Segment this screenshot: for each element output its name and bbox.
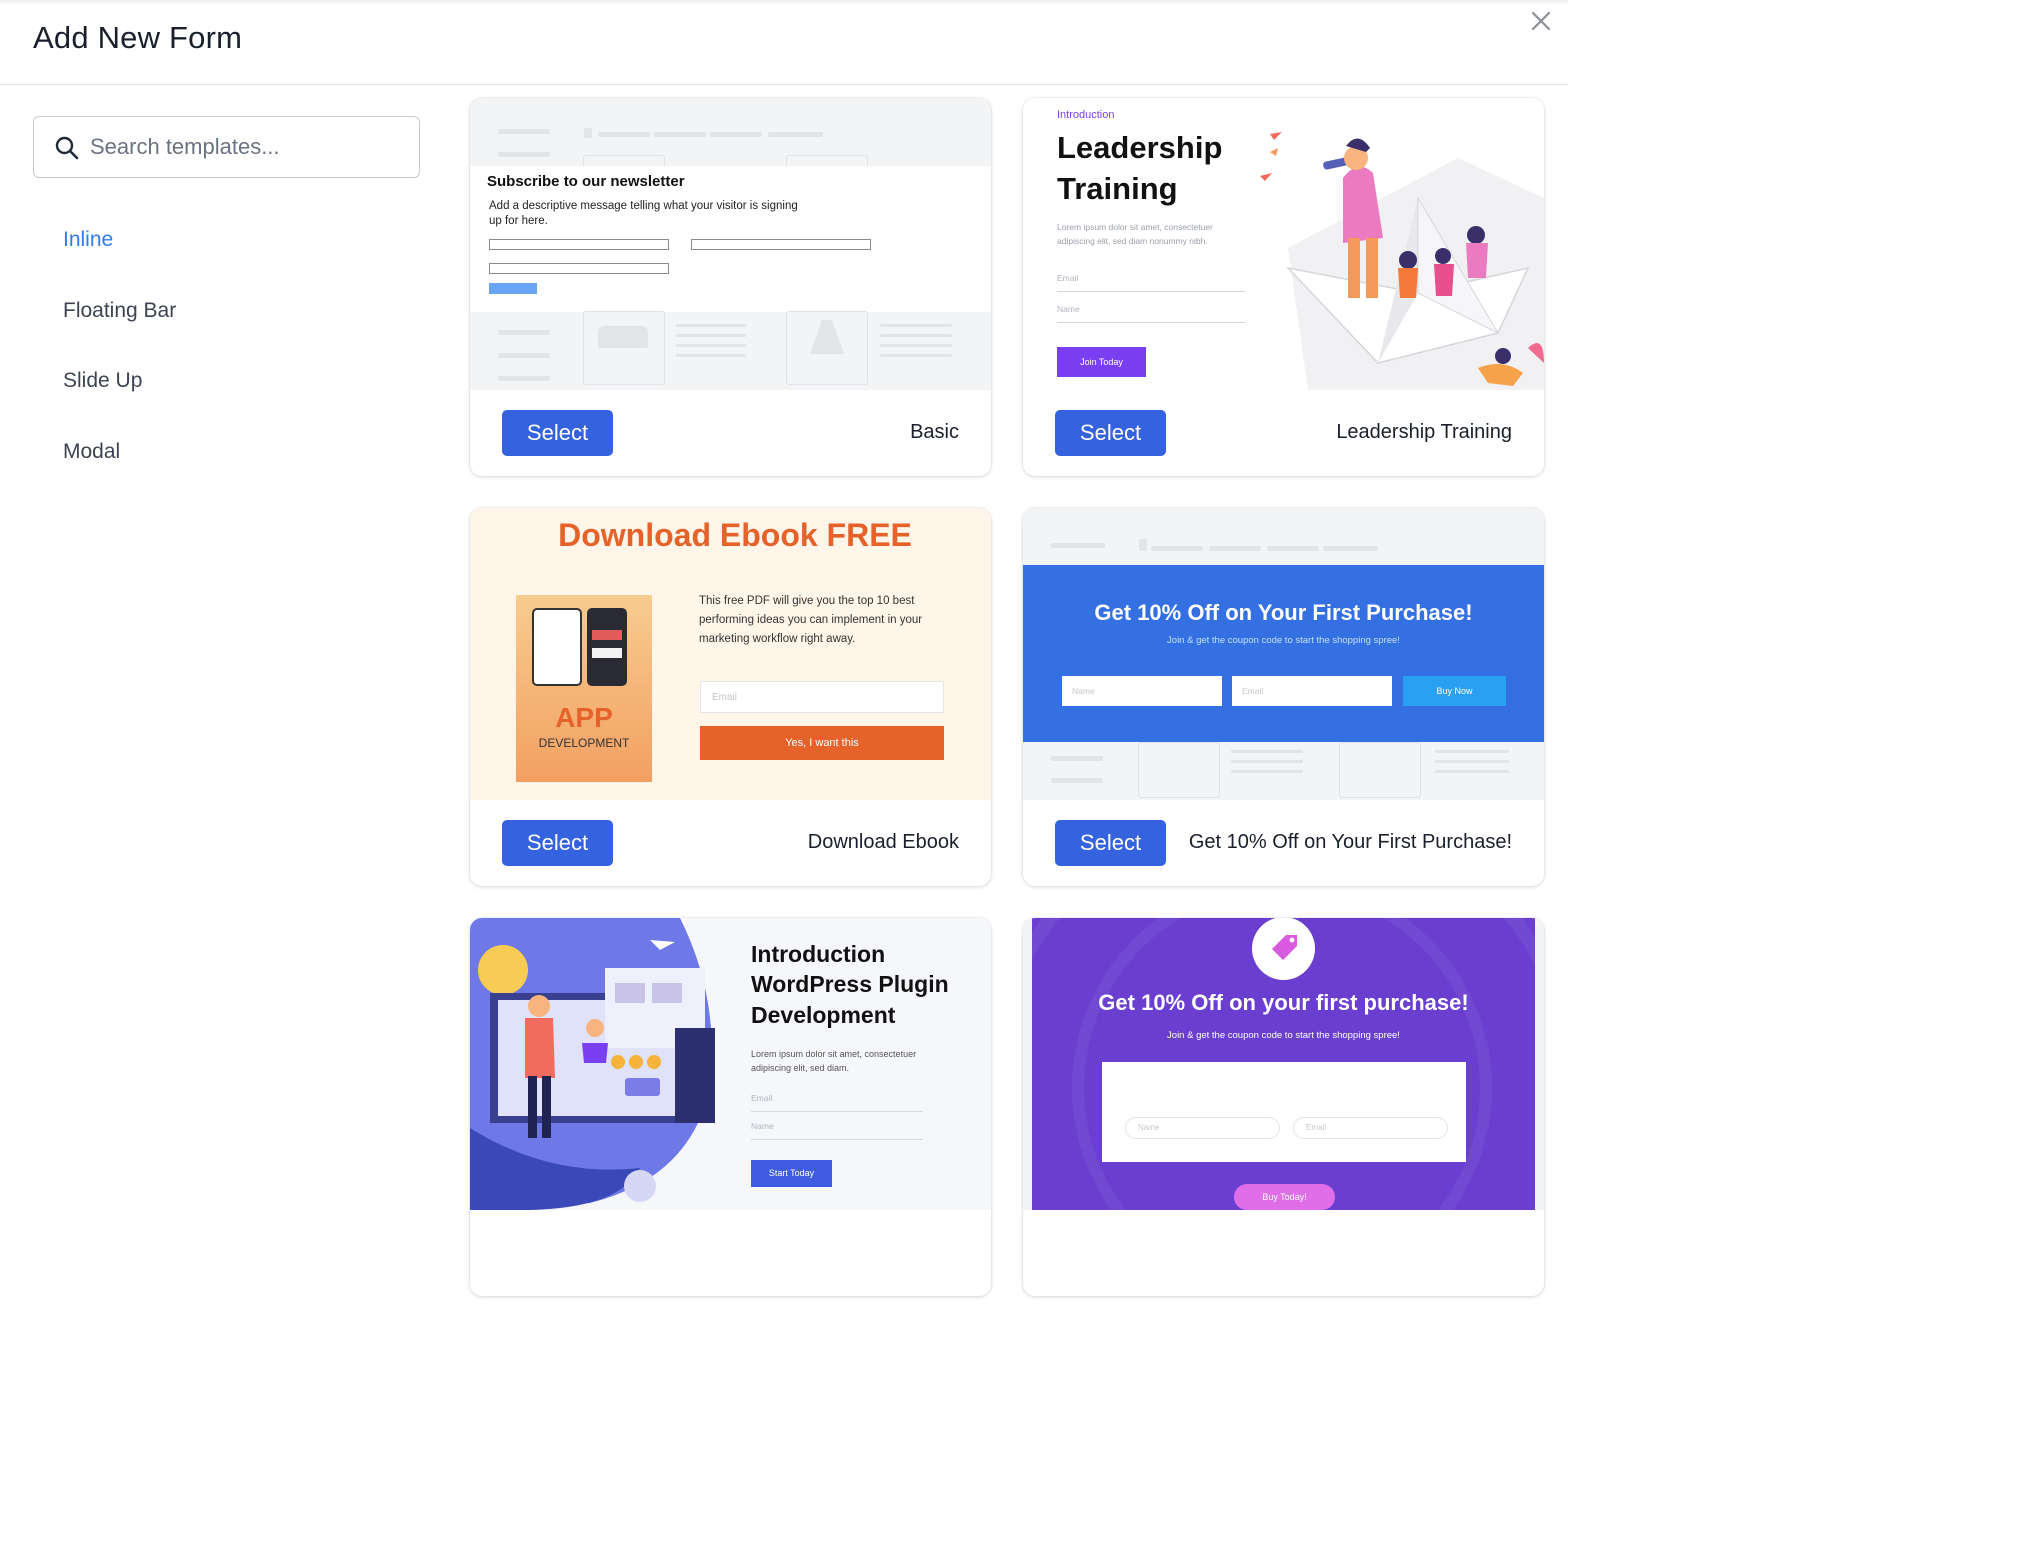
category-floating-bar[interactable]: Floating Bar xyxy=(63,299,176,323)
template-card-leadership-training: Introduction Leadership Training Lorem i… xyxy=(1023,98,1544,476)
template-name: Get 10% Off on Your First Purchase! xyxy=(1188,831,1512,853)
preview-email-label: Email xyxy=(751,1093,773,1103)
template-name: Basic xyxy=(910,421,959,443)
preview-heading-line1: Introduction xyxy=(751,941,886,967)
template-preview-purple-promo[interactable]: Get 10% Off on your first purchase! Join… xyxy=(1023,918,1544,1210)
template-preview-get-10-off[interactable]: Get 10% Off on Your First Purchase! Join… xyxy=(1023,508,1544,800)
template-card-get-10-off: Get 10% Off on Your First Purchase! Join… xyxy=(1023,508,1544,886)
preview-heading-line3: Development xyxy=(751,1002,896,1028)
ebook-cover-subtitle: DEVELOPMENT xyxy=(538,736,630,750)
search-input[interactable] xyxy=(90,127,400,167)
leadership-illustration xyxy=(1260,132,1544,390)
preview-button: Join Today xyxy=(1057,347,1146,377)
wordpress-illustration xyxy=(470,918,715,1210)
close-icon[interactable] xyxy=(1526,6,1556,36)
preview-button: Buy Today! xyxy=(1234,1184,1335,1210)
select-button[interactable]: Select xyxy=(1055,820,1166,866)
template-card-download-ebook: Download Ebook FREE APP DEVELOPMENT This… xyxy=(470,508,991,886)
preview-subheading: Join & get the coupon code to start the … xyxy=(1167,635,1400,646)
select-button[interactable]: Select xyxy=(1055,410,1166,456)
template-name: Leadership Training xyxy=(1336,421,1512,443)
preview-name-label: Name xyxy=(751,1121,774,1131)
select-button[interactable]: Select xyxy=(502,410,613,456)
category-slide-up[interactable]: Slide Up xyxy=(63,369,142,393)
preview-body: This free PDF will give you the top 10 b… xyxy=(699,595,923,645)
preview-heading: Get 10% Off on your first purchase! xyxy=(1098,990,1469,1015)
modal-title: Add New Form xyxy=(33,20,243,55)
template-preview-wordpress-plugin[interactable]: Introduction WordPress Plugin Developmen… xyxy=(470,918,991,1210)
preview-message: Add a descriptive message telling what y… xyxy=(489,200,798,227)
category-inline[interactable]: Inline xyxy=(63,228,113,252)
preview-email-input: Email xyxy=(1232,676,1392,706)
preview-email-input: Email xyxy=(1293,1117,1448,1139)
template-preview-leadership-training[interactable]: Introduction Leadership Training Lorem i… xyxy=(1023,98,1544,390)
preview-button: Yes, I want this xyxy=(700,726,944,760)
template-name: Download Ebook xyxy=(807,831,959,853)
preview-heading: Subscribe to our newsletter xyxy=(487,173,685,190)
preview-body: Lorem ipsum dolor sit amet, consectetuer… xyxy=(1057,222,1213,246)
template-card-wordpress-plugin: Introduction WordPress Plugin Developmen… xyxy=(470,918,991,1296)
template-preview-download-ebook[interactable]: Download Ebook FREE APP DEVELOPMENT This… xyxy=(470,508,991,800)
preview-heading: Get 10% Off on Your First Purchase! xyxy=(1094,600,1473,625)
preview-button: Start Today xyxy=(751,1160,832,1187)
modal-header: Add New Form xyxy=(0,0,1568,85)
preview-body: Lorem ipsum dolor sit amet, consectetuer… xyxy=(751,1049,917,1073)
preview-subheading: Join & get the coupon code to start the … xyxy=(1167,1030,1400,1041)
preview-heading-line1: Leadership xyxy=(1057,130,1223,165)
preview-email-input: Email xyxy=(700,681,944,713)
ebook-cover-title: APP xyxy=(555,702,613,733)
category-modal[interactable]: Modal xyxy=(63,440,120,464)
template-card-basic: Subscribe to our newsletter Add a descri… xyxy=(470,98,991,476)
preview-name-input: Name xyxy=(1062,676,1222,706)
search-icon xyxy=(55,136,79,160)
preview-heading: Download Ebook FREE xyxy=(558,517,912,553)
preview-name-input: Name xyxy=(1125,1117,1280,1139)
preview-email-label: Email xyxy=(1057,273,1079,283)
preview-heading-line2: Training xyxy=(1057,171,1178,206)
tag-icon xyxy=(1252,918,1315,980)
template-preview-basic[interactable]: Subscribe to our newsletter Add a descri… xyxy=(470,98,991,390)
template-card-purple-promo: Get 10% Off on your first purchase! Join… xyxy=(1023,918,1544,1296)
preview-button: Buy Now xyxy=(1403,676,1506,706)
preview-eyebrow: Introduction xyxy=(1057,109,1115,121)
search-field xyxy=(33,116,420,178)
preview-heading-line2: WordPress Plugin xyxy=(751,971,949,997)
preview-name-label: Name xyxy=(1057,304,1080,314)
select-button[interactable]: Select xyxy=(502,820,613,866)
